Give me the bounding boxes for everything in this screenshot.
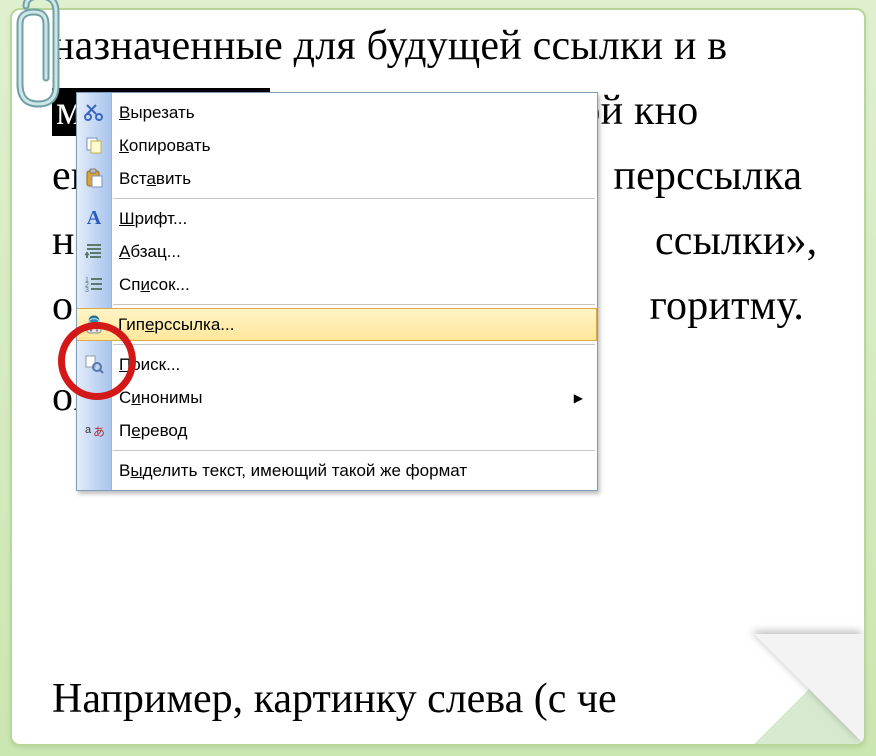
copy-icon	[81, 132, 107, 158]
menu-item-label: Вставить	[119, 169, 191, 189]
scissors-icon	[81, 99, 107, 125]
menu-separator	[113, 304, 595, 305]
text-fragment: горитму.	[650, 283, 805, 329]
svg-text:あ: あ	[93, 425, 104, 439]
menu-separator	[113, 198, 595, 199]
paperclip-decoration	[6, 0, 76, 119]
menu-item-paragraph[interactable]: Абзац...	[77, 235, 597, 268]
menu-separator	[113, 344, 595, 345]
list-icon: 123	[81, 271, 107, 297]
text-line: назначенные для будущей ссылки и в	[52, 14, 856, 79]
page-curl-decoration	[754, 634, 864, 744]
menu-item-font[interactable]: A Шрифт...	[77, 202, 597, 235]
menu-item-list[interactable]: 123 Список...	[77, 268, 597, 301]
context-menu: Вырезать Копировать Вставить A Шрифт...	[76, 92, 598, 491]
menu-item-select-similar-formatting[interactable]: Выделить текст, имеющий такой же формат	[77, 454, 597, 487]
menu-item-cut[interactable]: Вырезать	[77, 96, 597, 129]
svg-text:3: 3	[85, 287, 89, 294]
menu-item-label: Абзац...	[119, 242, 181, 262]
menu-item-label: Вырезать	[119, 103, 195, 123]
menu-item-label: Список...	[119, 275, 190, 295]
menu-separator	[113, 450, 595, 451]
menu-item-synonyms[interactable]: Синонимы ▶	[77, 381, 597, 414]
blank-icon	[81, 457, 107, 483]
card-frame: назначенные для будущей ссылки и в мента…	[10, 8, 866, 746]
text-fragment: перссылка	[613, 153, 802, 199]
menu-item-label: Гиперссылка...	[118, 315, 234, 335]
menu-item-copy[interactable]: Копировать	[77, 129, 597, 162]
menu-item-label: Поиск...	[119, 355, 180, 375]
translate-icon: aあ	[81, 417, 107, 443]
menu-item-label: Шрифт...	[119, 209, 187, 229]
menu-item-label: Синонимы	[119, 388, 202, 408]
blank-icon	[81, 384, 107, 410]
menu-item-label: Выделить текст, имеющий такой же формат	[119, 461, 467, 481]
menu-item-label: Перевод	[119, 421, 187, 441]
submenu-arrow-icon: ▶	[574, 391, 583, 405]
font-icon: A	[81, 205, 107, 231]
menu-item-find[interactable]: Поиск...	[77, 348, 597, 381]
menu-item-translate[interactable]: aあ Перевод	[77, 414, 597, 447]
text-line-bottom: Например, картинку слева (с че	[52, 675, 617, 723]
paste-icon	[81, 165, 107, 191]
menu-item-paste[interactable]: Вставить	[77, 162, 597, 195]
search-icon	[81, 351, 107, 377]
hyperlink-icon	[81, 312, 107, 338]
menu-item-hyperlink[interactable]: Гиперссылка...	[77, 308, 597, 341]
text-fragment: ссылки»,	[655, 218, 817, 264]
paragraph-icon	[81, 238, 107, 264]
menu-item-label: Копировать	[119, 136, 211, 156]
svg-text:a: a	[85, 424, 92, 436]
